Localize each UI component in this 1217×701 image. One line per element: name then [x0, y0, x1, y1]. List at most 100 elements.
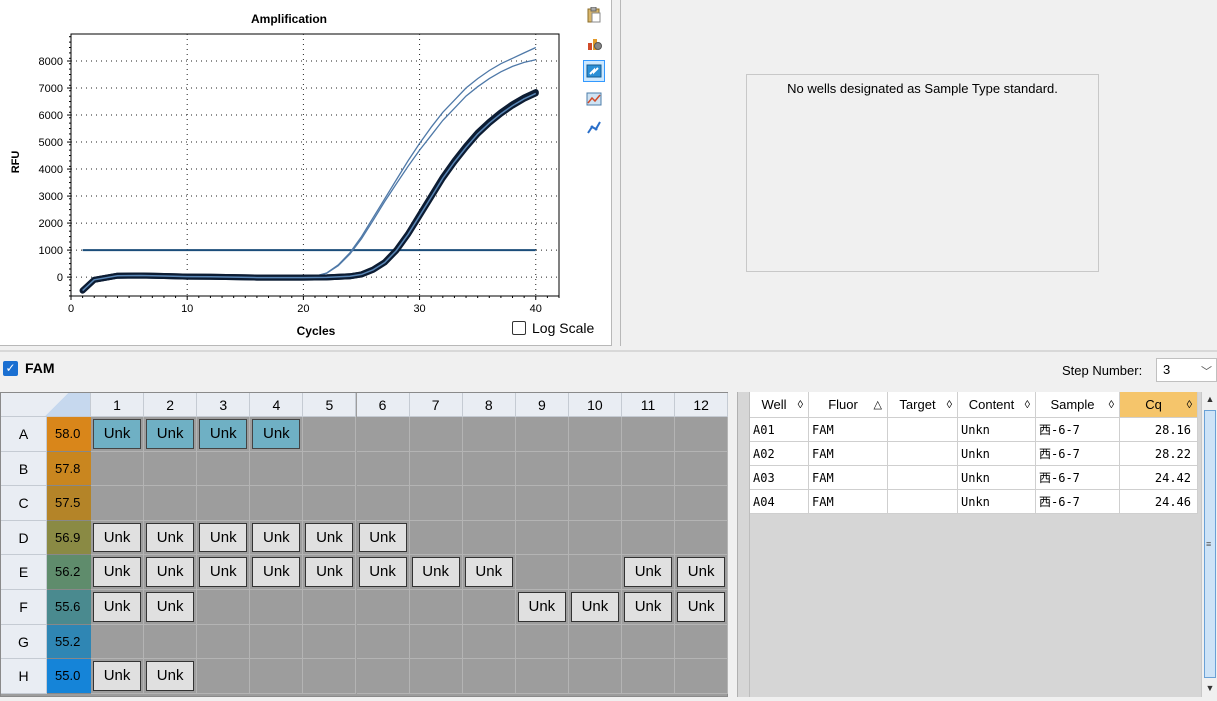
results-cell-target[interactable] — [888, 418, 958, 442]
plate-cell[interactable] — [409, 590, 463, 625]
plate-column-header[interactable]: 5 — [303, 393, 357, 417]
plate-cell[interactable] — [250, 659, 304, 694]
plate-cell[interactable] — [91, 486, 145, 521]
trend-button[interactable] — [583, 116, 605, 138]
well-e3[interactable]: Unk — [199, 557, 248, 587]
well-f10[interactable]: Unk — [570, 592, 619, 622]
well-e1[interactable]: Unk — [93, 557, 142, 587]
sort-icon[interactable]: ◊ — [798, 392, 803, 418]
plate-cell[interactable] — [356, 590, 410, 625]
plate-cell[interactable]: Unk — [675, 555, 729, 590]
results-cell-well[interactable]: A02 — [750, 442, 809, 466]
plate-cell[interactable] — [462, 520, 516, 556]
plate-cell[interactable] — [568, 624, 622, 660]
sort-icon[interactable]: ◊ — [947, 392, 952, 418]
plate-cell[interactable] — [462, 659, 516, 694]
plate-row-header[interactable]: H — [1, 659, 47, 694]
plate-cell[interactable] — [356, 417, 410, 452]
results-cell-target[interactable] — [888, 466, 958, 490]
results-cell-well[interactable]: A01 — [750, 418, 809, 442]
plate-cell[interactable] — [568, 555, 622, 590]
plate-row-header[interactable]: C — [1, 486, 47, 521]
results-cell-fluor[interactable]: FAM — [809, 490, 888, 514]
plate-cell[interactable] — [197, 590, 251, 625]
plate-cell[interactable] — [568, 486, 622, 521]
plate-cell[interactable] — [515, 659, 569, 694]
well-a2[interactable]: Unk — [146, 419, 195, 449]
plate-cell[interactable] — [409, 417, 463, 452]
plate-corner[interactable] — [1, 393, 91, 417]
plate-cell[interactable] — [303, 659, 357, 694]
plate-column-header[interactable]: 2 — [144, 393, 198, 417]
well-a1[interactable]: Unk — [93, 419, 142, 449]
plate-cell[interactable] — [462, 624, 516, 660]
column-header-content[interactable]: Content ◊ — [958, 392, 1036, 418]
plate-column-header[interactable]: 7 — [409, 393, 463, 417]
well-a4[interactable]: Unk — [252, 419, 301, 449]
results-cell-sample[interactable]: 西-6-7 — [1036, 418, 1120, 442]
plate-cell[interactable] — [622, 624, 676, 660]
plate-cell[interactable]: Unk — [144, 590, 198, 625]
results-cell-content[interactable]: Unkn — [958, 442, 1036, 466]
plate-cell[interactable]: Unk — [91, 659, 145, 694]
plate-cell[interactable]: Unk — [356, 520, 410, 556]
results-cell-fluor[interactable]: FAM — [809, 442, 888, 466]
graph-image-button[interactable] — [583, 88, 605, 110]
plate-cell[interactable] — [197, 451, 251, 487]
results-scrollbar[interactable]: ▲ ≡ ▼ — [1201, 392, 1217, 697]
plate-cell[interactable] — [515, 624, 569, 660]
plate-cell[interactable] — [622, 659, 676, 694]
plate-row-header[interactable]: A — [1, 417, 47, 452]
plate-cell[interactable] — [568, 659, 622, 694]
plate-column-header[interactable]: 1 — [91, 393, 145, 417]
chart-settings-button[interactable] — [583, 32, 605, 54]
sort-icon[interactable]: ◊ — [1109, 392, 1114, 418]
plate-cell[interactable]: Unk — [197, 417, 251, 452]
plate-cell[interactable] — [356, 659, 410, 694]
column-header-fluor[interactable]: Fluor △ — [809, 392, 888, 418]
export-button[interactable] — [583, 60, 605, 82]
results-cell-content[interactable]: Unkn — [958, 418, 1036, 442]
plate-row-header[interactable]: B — [1, 451, 47, 487]
plate-cell[interactable] — [303, 590, 357, 625]
results-cell-sample[interactable]: 西-6-7 — [1036, 490, 1120, 514]
plate-cell[interactable]: Unk — [144, 555, 198, 590]
plate-column-header[interactable]: 3 — [197, 393, 251, 417]
plate-column-header[interactable]: 6 — [356, 393, 410, 417]
plate-cell[interactable] — [303, 624, 357, 660]
well-d3[interactable]: Unk — [199, 522, 248, 553]
plate-cell[interactable]: Unk — [303, 555, 357, 590]
plate-cell[interactable] — [409, 624, 463, 660]
well-h1[interactable]: Unk — [93, 661, 142, 691]
plate-cell[interactable]: Unk — [91, 520, 145, 556]
results-cell-fluor[interactable]: FAM — [809, 418, 888, 442]
plate-cell[interactable] — [462, 417, 516, 452]
scroll-thumb[interactable]: ≡ — [1204, 410, 1216, 678]
plate-cell[interactable] — [515, 417, 569, 452]
well-e11[interactable]: Unk — [624, 557, 673, 587]
well-d2[interactable]: Unk — [146, 522, 195, 553]
plate-cell[interactable] — [409, 520, 463, 556]
column-header-well[interactable]: Well ◊ — [750, 392, 809, 418]
plate-cell[interactable] — [409, 659, 463, 694]
results-cell-sample[interactable]: 西-6-7 — [1036, 442, 1120, 466]
plate-cell[interactable] — [144, 486, 198, 521]
plate-row-header[interactable]: G — [1, 624, 47, 660]
well-d5[interactable]: Unk — [305, 522, 354, 553]
results-cell-cq[interactable]: 28.22 — [1120, 442, 1198, 466]
plate-cell[interactable]: Unk — [622, 555, 676, 590]
plate-cell[interactable] — [515, 451, 569, 487]
results-cell-well[interactable]: A03 — [750, 466, 809, 490]
results-cell-well[interactable]: A04 — [750, 490, 809, 514]
column-header-cq[interactable]: Cq ◊ — [1120, 392, 1198, 418]
plate-cell[interactable] — [409, 451, 463, 487]
plate-cell[interactable] — [144, 624, 198, 660]
plate-row-header[interactable]: D — [1, 520, 47, 556]
plate-cell[interactable]: Unk — [622, 590, 676, 625]
plate-column-header[interactable]: 10 — [568, 393, 622, 417]
plate-cell[interactable]: Unk — [144, 659, 198, 694]
well-d6[interactable]: Unk — [358, 522, 407, 553]
results-cell-target[interactable] — [888, 442, 958, 466]
results-cell-content[interactable]: Unkn — [958, 466, 1036, 490]
log-scale-checkbox[interactable] — [512, 321, 526, 335]
